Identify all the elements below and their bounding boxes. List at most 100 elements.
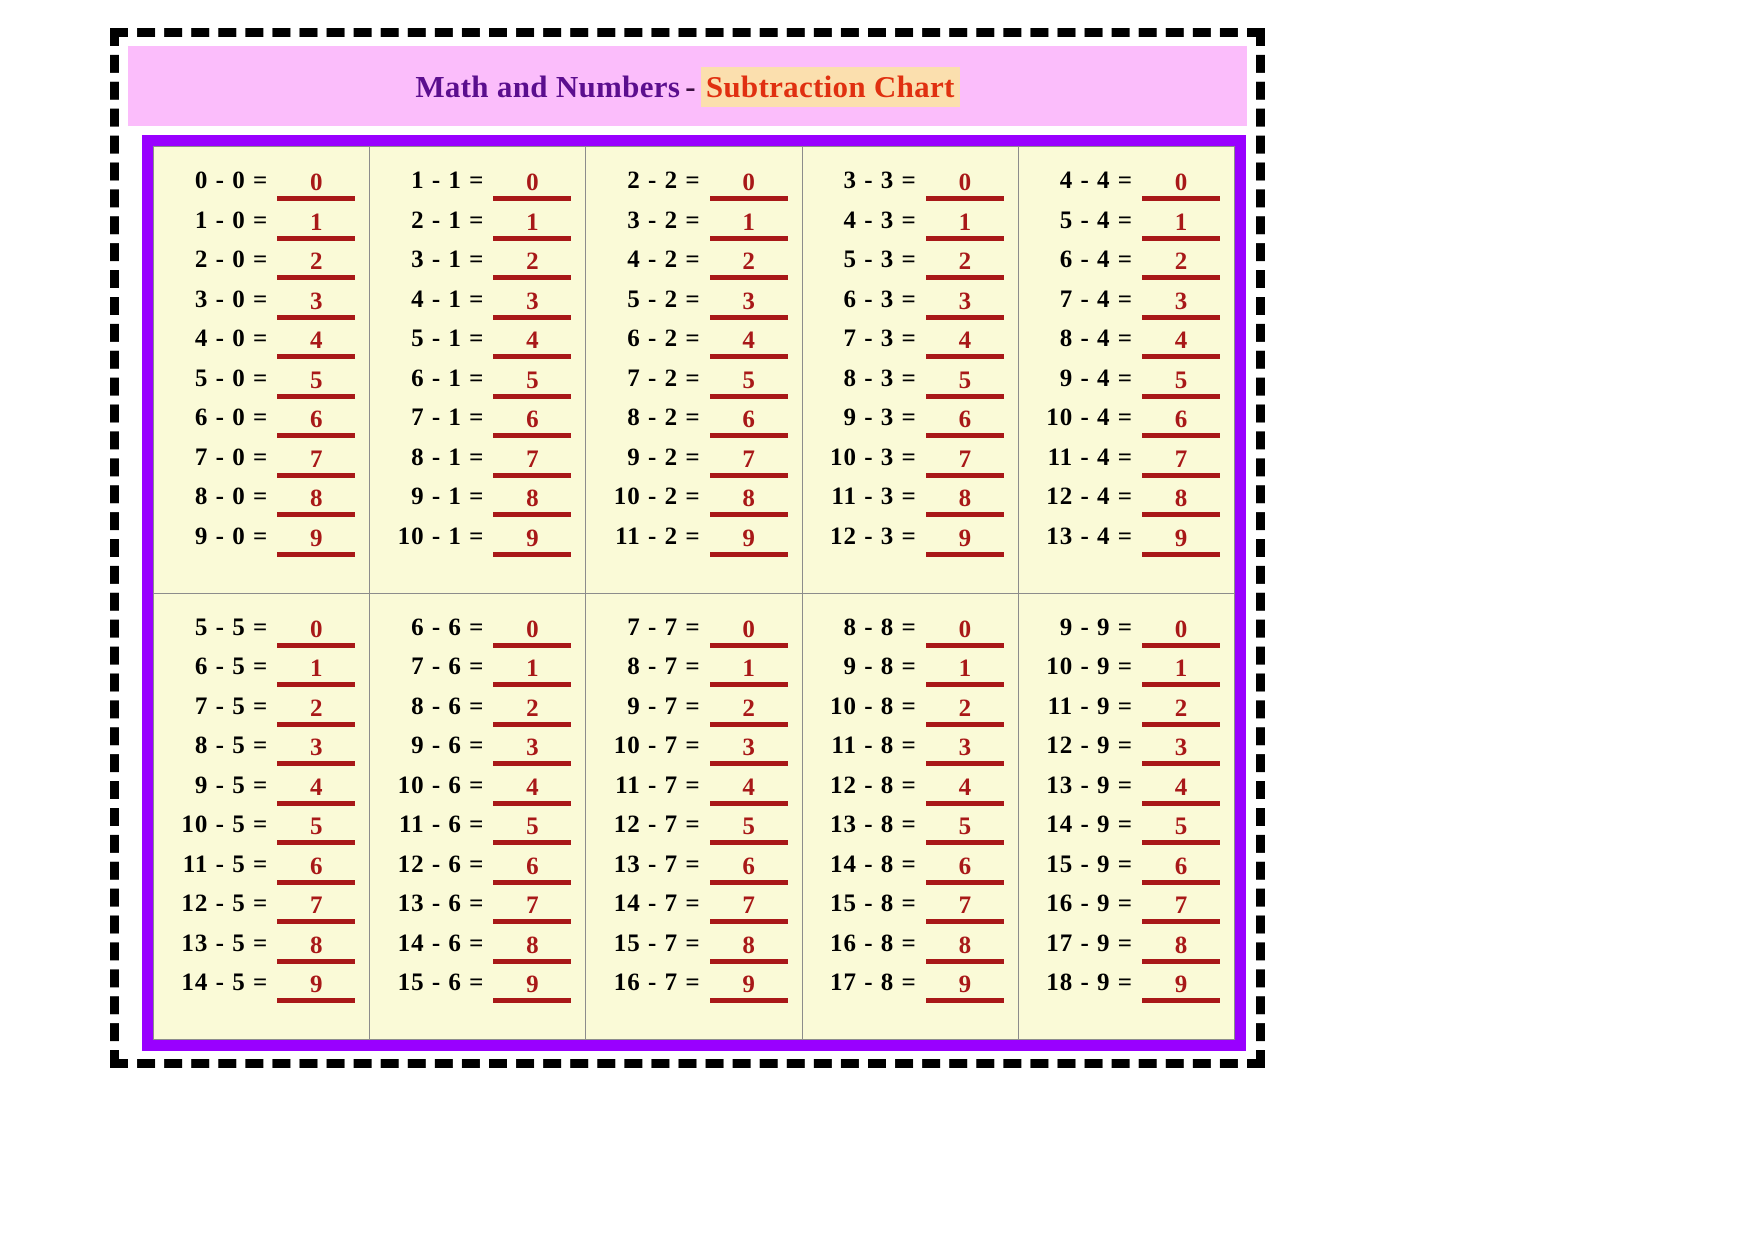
equation-row: 10 - 8 = 2	[817, 693, 1004, 733]
equation-expression: 15 - 6 =	[397, 969, 485, 996]
equation-expression: 8 - 0 =	[194, 483, 269, 510]
equation-expression: 5 - 5 =	[194, 613, 269, 641]
equation-expression: 12 - 8 =	[829, 771, 917, 799]
equation-expression: 10 - 3 =	[829, 443, 917, 471]
equation-expression: 14 - 5 =	[181, 969, 269, 996]
equation-answer: 5	[709, 813, 788, 846]
equation-row: 10 - 5 = 5	[168, 811, 356, 851]
equation-answer: 6	[925, 853, 1004, 885]
equation-answer: 4	[709, 774, 788, 806]
equation-answer: 9	[1142, 525, 1221, 557]
equation-answer: 0	[493, 616, 572, 648]
equation-expression: 8 - 8 =	[843, 613, 917, 641]
equation-expression: 10 - 5 =	[181, 811, 269, 838]
equation-row: 12 - 3 = 9	[817, 523, 1004, 563]
equation-answer: 0	[277, 616, 356, 648]
chart-title-band: Math and Numbers - Subtraction Chart	[128, 46, 1247, 126]
equation-answer: 6	[1142, 853, 1221, 885]
equation-answer: 3	[493, 734, 572, 767]
equation-expression: 10 - 1 =	[397, 522, 485, 550]
equation-expression: 3 - 2 =	[627, 206, 701, 234]
equation-row: 12 - 5 = 7	[168, 890, 356, 930]
grid-row: 5 - 5 = 0 6 - 5 = 1 7 - 5 = 2 8 - 5 = 3 9 - 5 = 4…	[154, 592, 1235, 1039]
equation-row: 8 - 6 = 2	[384, 693, 572, 733]
equation-answer: 7	[925, 446, 1004, 478]
equation-answer: 9	[493, 971, 572, 1004]
equation-expression: 6 - 2 =	[627, 325, 701, 352]
equation-expression: 12 - 3 =	[829, 522, 917, 550]
equation-answer: 6	[709, 853, 788, 885]
equation-row: 13 - 8 = 5	[817, 811, 1004, 851]
equation-answer: 8	[277, 932, 356, 964]
equation-expression: 9 - 7 =	[627, 692, 701, 720]
equation-row: 14 - 9 = 5	[1033, 811, 1221, 851]
equation-row: 7 - 2 = 5	[600, 365, 788, 405]
page-title: Math and Numbers - Subtraction Chart	[415, 66, 960, 107]
subtraction-cell-minus-1: 1 - 1 = 0 2 - 1 = 1 3 - 1 = 2 4 - 1 = 3 5 - 1 = 4…	[369, 147, 586, 593]
equation-expression: 4 - 3 =	[843, 206, 917, 234]
subtraction-cell-minus-5: 5 - 5 = 0 6 - 5 = 1 7 - 5 = 2 8 - 5 = 3 9 - 5 = 4…	[154, 593, 370, 1039]
equation-row: 9 - 6 = 3	[384, 732, 572, 772]
equation-expression: 7 - 3 =	[843, 325, 917, 352]
equation-expression: 14 - 8 =	[829, 850, 917, 878]
equation-expression: 11 - 6 =	[398, 811, 485, 838]
equation-answer: 7	[1142, 446, 1221, 478]
equation-row: 7 - 6 = 1	[384, 653, 572, 693]
equation-answer: 2	[493, 695, 572, 727]
equation-row: 16 - 8 = 8	[817, 930, 1004, 970]
equation-answer: 6	[277, 853, 356, 885]
equation-answer: 3	[1142, 288, 1221, 320]
equation-answer: 3	[925, 734, 1004, 767]
equation-expression: 15 - 8 =	[829, 890, 917, 917]
equation-row: 6 - 0 = 6	[168, 404, 356, 444]
equation-row: 5 - 0 = 5	[168, 365, 356, 405]
equation-expression: 2 - 1 =	[411, 206, 485, 234]
equation-expression: 6 - 6 =	[411, 613, 485, 641]
equation-row: 14 - 6 = 8	[384, 929, 572, 970]
equation-row: 6 - 6 = 0	[384, 613, 572, 654]
subtraction-table-border: 0 - 0 = 0 1 - 0 = 1 2 - 0 = 2 3 - 0 = 3 4 - 0 = 4…	[142, 135, 1246, 1051]
equation-answer: 1	[925, 655, 1004, 688]
equation-row: 15 - 8 = 7	[817, 890, 1004, 930]
equation-expression: 18 - 9 =	[1046, 969, 1134, 996]
equation-expression: 7 - 1 =	[411, 404, 485, 431]
equation-row: 3 - 1 = 2	[384, 246, 572, 286]
equation-expression: 9 - 8 =	[843, 653, 917, 680]
equation-row: 13 - 7 = 6	[600, 851, 788, 891]
equation-answer: 7	[709, 892, 788, 925]
equation-row: 10 - 3 = 7	[817, 444, 1004, 484]
equation-expression: 6 - 4 =	[1059, 246, 1134, 273]
equation-answer: 8	[925, 932, 1004, 964]
equation-expression: 16 - 7 =	[613, 969, 701, 996]
equation-answer: 6	[277, 406, 356, 439]
equation-expression: 0 - 0 =	[194, 167, 269, 194]
equation-row: 8 - 0 = 8	[168, 483, 356, 523]
equation-row: 8 - 3 = 5	[817, 365, 1004, 405]
equation-answer: 7	[709, 446, 788, 478]
equation-row: 12 - 6 = 6	[384, 850, 572, 891]
equation-answer: 1	[709, 209, 788, 241]
equation-row: 9 - 9 = 0	[1033, 614, 1221, 654]
equation-answer: 5	[493, 813, 572, 846]
equation-row: 16 - 7 = 9	[600, 969, 788, 1009]
equation-row: 13 - 6 = 7	[384, 890, 572, 930]
equation-answer: 2	[493, 248, 572, 281]
equation-expression: 9 - 2 =	[627, 443, 701, 471]
equation-answer: 1	[277, 209, 356, 241]
equation-expression: 14 - 6 =	[397, 929, 485, 957]
equation-row: 9 - 2 = 7	[600, 443, 788, 484]
equation-row: 10 - 1 = 9	[384, 522, 572, 563]
equation-expression: 10 - 8 =	[829, 692, 917, 720]
equation-expression: 8 - 3 =	[843, 364, 917, 392]
equation-answer: 8	[925, 485, 1004, 518]
equation-expression: 7 - 0 =	[194, 443, 269, 471]
equation-expression: 12 - 6 =	[397, 850, 485, 878]
equation-expression: 2 - 2 =	[627, 167, 701, 194]
equation-answer: 9	[925, 971, 1004, 1004]
equation-row: 7 - 7 = 0	[600, 614, 788, 654]
equation-answer: 9	[925, 525, 1004, 557]
equation-expression: 9 - 6 =	[411, 732, 485, 759]
equation-expression: 3 - 3 =	[843, 167, 917, 194]
equation-answer: 2	[277, 248, 356, 281]
subtraction-cell-minus-9: 9 - 9 = 0 10 - 9 = 1 11 - 9 = 2 12 - 9 = 3 13 - …	[1017, 593, 1235, 1039]
